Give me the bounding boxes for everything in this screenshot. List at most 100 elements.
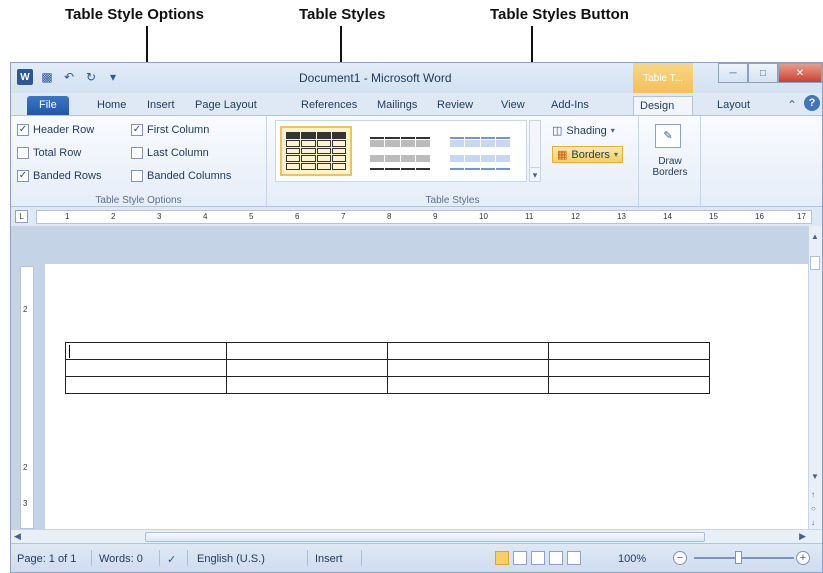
- scroll-thumb[interactable]: [145, 532, 705, 542]
- total-row-checkbox[interactable]: Total Row: [17, 147, 81, 159]
- table-cell[interactable]: [387, 376, 549, 394]
- header-row-checkbox[interactable]: ✓ Header Row: [17, 124, 94, 136]
- table-styles-gallery: [275, 120, 527, 182]
- vertical-scrollbar[interactable]: ▲ ▼ ↑ ○ ↓: [808, 226, 822, 529]
- zoom-out-icon[interactable]: −: [673, 551, 687, 565]
- horizontal-scrollbar[interactable]: ◀ ▶: [11, 529, 822, 543]
- shading-button[interactable]: ◫ Shading ▾: [552, 124, 615, 138]
- word-window: W ▩ ↶ ↻ ▾ Document1 - Microsoft Word Tab…: [10, 62, 823, 573]
- outline-view-icon[interactable]: [549, 551, 563, 565]
- table-styles-more-button[interactable]: ▾: [530, 167, 540, 181]
- table-cell[interactable]: [65, 359, 227, 377]
- help-icon[interactable]: ?: [804, 95, 820, 111]
- table-cell[interactable]: [548, 342, 710, 360]
- tab-insert[interactable]: Insert: [141, 96, 181, 115]
- table-style-light-shading[interactable]: [364, 126, 436, 176]
- annotation-table-styles-button: Table Styles Button: [490, 6, 629, 23]
- style-preview-grid: [450, 132, 510, 170]
- web-layout-view-icon[interactable]: [531, 551, 545, 565]
- draw-borders-label[interactable]: Draw Borders: [639, 156, 701, 178]
- checkbox-checked: ✓: [17, 124, 29, 136]
- banded-rows-checkbox[interactable]: ✓ Banded Rows: [17, 170, 102, 182]
- zoom-level[interactable]: 100%: [618, 553, 646, 565]
- maximize-icon[interactable]: □: [748, 63, 778, 83]
- table-cell[interactable]: [548, 376, 710, 394]
- divider: [91, 550, 92, 566]
- table-cell[interactable]: [387, 359, 549, 377]
- table-cell[interactable]: [226, 342, 388, 360]
- table-style-grid-selected[interactable]: [280, 126, 352, 176]
- full-screen-reading-view-icon[interactable]: [513, 551, 527, 565]
- tab-layout[interactable]: Layout: [711, 96, 756, 115]
- ribbon: ✓ Header Row ✓ First Column Total Row Last…: [11, 115, 822, 208]
- select-browse-object-icon[interactable]: ○: [811, 504, 816, 513]
- next-page-icon[interactable]: ↓: [811, 518, 815, 527]
- tab-references[interactable]: References: [295, 96, 363, 115]
- tab-home[interactable]: Home: [91, 96, 132, 115]
- document-table[interactable]: [65, 342, 710, 394]
- borders-icon: ▦: [557, 149, 568, 161]
- tab-selector-icon[interactable]: L: [15, 210, 28, 223]
- draft-view-icon[interactable]: [567, 551, 581, 565]
- vertical-ruler[interactable]: 2 2 3: [20, 266, 34, 529]
- tab-add-ins[interactable]: Add-Ins: [545, 96, 595, 115]
- zoom-slider[interactable]: [694, 557, 794, 559]
- scroll-right-icon[interactable]: ▶: [799, 531, 806, 542]
- page-count[interactable]: Page: 1 of 1: [17, 553, 76, 565]
- scroll-thumb[interactable]: [810, 256, 820, 270]
- minimize-ribbon-icon[interactable]: ⌃: [787, 98, 797, 112]
- quick-access-toolbar: W ▩ ↶ ↻ ▾: [17, 69, 121, 85]
- table-cell[interactable]: [65, 376, 227, 394]
- draw-table-icon[interactable]: ✎: [655, 124, 681, 148]
- minimize-icon[interactable]: ─: [718, 63, 748, 83]
- language-indicator[interactable]: English (U.S.): [197, 553, 265, 565]
- table-cell[interactable]: [226, 359, 388, 377]
- print-layout-view-icon[interactable]: [495, 551, 509, 565]
- proofing-icon[interactable]: ✓: [167, 553, 176, 566]
- save-icon[interactable]: ▩: [39, 69, 55, 85]
- tab-view[interactable]: View: [495, 96, 531, 115]
- table-row: [65, 359, 710, 377]
- word-app-icon[interactable]: W: [17, 69, 33, 85]
- previous-page-icon[interactable]: ↑: [811, 490, 815, 499]
- annotation-table-styles: Table Styles: [299, 6, 386, 23]
- checkbox-unchecked: [131, 147, 143, 159]
- table-cell[interactable]: [387, 342, 549, 360]
- scroll-down-icon[interactable]: ▼: [811, 472, 819, 481]
- table-row: [65, 376, 710, 394]
- checkbox-checked: ✓: [131, 124, 143, 136]
- last-column-checkbox[interactable]: Last Column: [131, 147, 209, 159]
- tab-review[interactable]: Review: [431, 96, 479, 115]
- document-page[interactable]: [45, 264, 815, 529]
- ruler-bar[interactable]: 1 2 3 4 5 6 7 8 9 10 11 12 13 14 15 16 1…: [36, 210, 812, 224]
- zoom-slider-thumb[interactable]: [735, 551, 742, 564]
- first-column-checkbox[interactable]: ✓ First Column: [131, 124, 209, 136]
- scroll-left-icon[interactable]: ◀: [14, 531, 21, 542]
- redo-icon[interactable]: ↻: [83, 69, 99, 85]
- tab-page-layout[interactable]: Page Layout: [189, 96, 263, 115]
- table-style-light-shading-accent[interactable]: [444, 126, 516, 176]
- horizontal-ruler: L 1 2 3 4 5 6 7 8 9 10 11 12 13 14 15 16…: [11, 208, 822, 226]
- style-preview-grid: [286, 132, 346, 170]
- tab-mailings[interactable]: Mailings: [371, 96, 423, 115]
- window-controls: ─ □ ✕: [718, 63, 822, 83]
- checkbox-unchecked: [131, 170, 143, 182]
- zoom-in-icon[interactable]: +: [796, 551, 810, 565]
- insert-mode-indicator[interactable]: Insert: [315, 553, 343, 565]
- contextual-tab-label: Table T...: [633, 63, 693, 93]
- table-cell[interactable]: [548, 359, 710, 377]
- borders-button[interactable]: ▦ Borders ▾: [552, 146, 623, 163]
- close-icon[interactable]: ✕: [778, 63, 822, 83]
- checkbox-unchecked: [17, 147, 29, 159]
- word-count[interactable]: Words: 0: [99, 553, 143, 565]
- scroll-up-icon[interactable]: ▲: [811, 232, 819, 241]
- customize-icon[interactable]: ▾: [105, 69, 121, 85]
- table-cell[interactable]: [65, 342, 227, 360]
- undo-icon[interactable]: ↶: [61, 69, 77, 85]
- banded-columns-checkbox[interactable]: Banded Columns: [131, 170, 231, 182]
- tab-design[interactable]: Design: [633, 96, 693, 115]
- chevron-down-icon: ▾: [610, 126, 615, 135]
- style-preview-grid: [370, 132, 430, 170]
- tab-file[interactable]: File: [27, 96, 69, 115]
- table-cell[interactable]: [226, 376, 388, 394]
